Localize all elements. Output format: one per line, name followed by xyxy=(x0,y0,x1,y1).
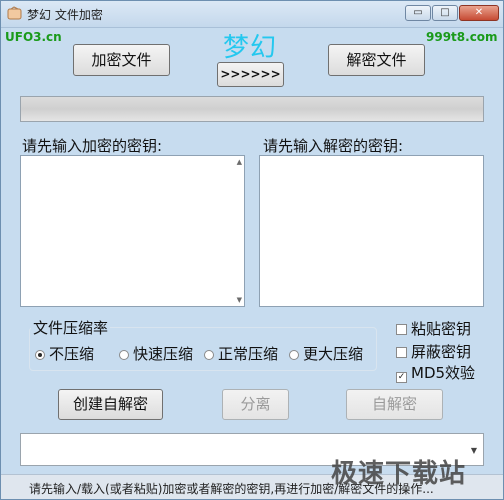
brand-title: 梦幻 xyxy=(223,33,278,63)
scroll-down-icon[interactable]: ▼ xyxy=(237,296,242,304)
decrypt-key-input[interactable] xyxy=(259,155,484,307)
app-icon xyxy=(7,6,22,20)
checkbox-md5-verify[interactable]: ✓ MD5效验 xyxy=(396,362,475,383)
radio-label: 快速压缩 xyxy=(133,345,194,363)
radio-selected-icon xyxy=(35,350,45,360)
checkbox-hide-key[interactable]: 屏蔽密钥 xyxy=(396,341,471,362)
watermark-top-left: UFO3.cn xyxy=(5,30,62,44)
encrypt-key-label: 请先输入加密的密钥: xyxy=(22,137,163,155)
window-title: 梦幻 文件加密 xyxy=(27,8,103,22)
radio-normal-compression[interactable]: 正常压缩 xyxy=(204,343,278,364)
decrypt-key-label: 请先输入解密的密钥: xyxy=(263,137,404,155)
checkbox-label: 粘贴密钥 xyxy=(411,320,472,338)
checkbox-icon xyxy=(396,324,407,335)
radio-label: 正常压缩 xyxy=(218,345,279,363)
checkbox-label: MD5效验 xyxy=(411,364,476,382)
progress-bar xyxy=(20,96,484,122)
radio-max-compression[interactable]: 更大压缩 xyxy=(289,343,363,364)
radio-icon xyxy=(289,350,299,360)
encrypt-key-input[interactable]: ▲ ▼ xyxy=(20,155,245,307)
checkbox-icon xyxy=(396,347,407,358)
self-decrypt-button[interactable]: 自解密 xyxy=(346,389,443,420)
compression-group-title: 文件压缩率 xyxy=(31,317,111,338)
radio-no-compression[interactable]: 不压缩 xyxy=(35,343,94,364)
checkbox-label: 屏蔽密钥 xyxy=(411,343,472,361)
arrow-button[interactable]: >>>>>> xyxy=(217,62,284,87)
dropdown-arrow-icon[interactable]: ▼ xyxy=(471,446,477,455)
radio-label: 不压缩 xyxy=(49,345,95,363)
watermark-bottom-right: 极速下载站 xyxy=(331,459,467,489)
encrypt-file-button[interactable]: 加密文件 xyxy=(73,44,170,76)
separate-button[interactable]: 分离 xyxy=(222,389,289,420)
radio-icon xyxy=(204,350,214,360)
main-window: 梦幻 文件加密 ▭ □ ✕ UFO3.cn 999t8.com 加密文件 梦幻 … xyxy=(0,0,504,500)
radio-icon xyxy=(119,350,129,360)
minimize-button[interactable]: ▭ xyxy=(405,5,431,21)
radio-fast-compression[interactable]: 快速压缩 xyxy=(119,343,193,364)
checkbox-paste-key[interactable]: 粘贴密钥 xyxy=(396,318,471,339)
watermark-top-right: 999t8.com xyxy=(426,30,498,44)
title-bar[interactable]: 梦幻 文件加密 ▭ □ ✕ xyxy=(1,1,503,28)
create-self-extract-button[interactable]: 创建自解密 xyxy=(58,389,163,420)
close-button[interactable]: ✕ xyxy=(459,5,499,21)
maximize-button[interactable]: □ xyxy=(432,5,458,21)
scroll-up-icon[interactable]: ▲ xyxy=(237,158,242,166)
decrypt-file-button[interactable]: 解密文件 xyxy=(328,44,425,76)
checkmark-icon: ✓ xyxy=(396,372,407,383)
radio-label: 更大压缩 xyxy=(303,345,364,363)
